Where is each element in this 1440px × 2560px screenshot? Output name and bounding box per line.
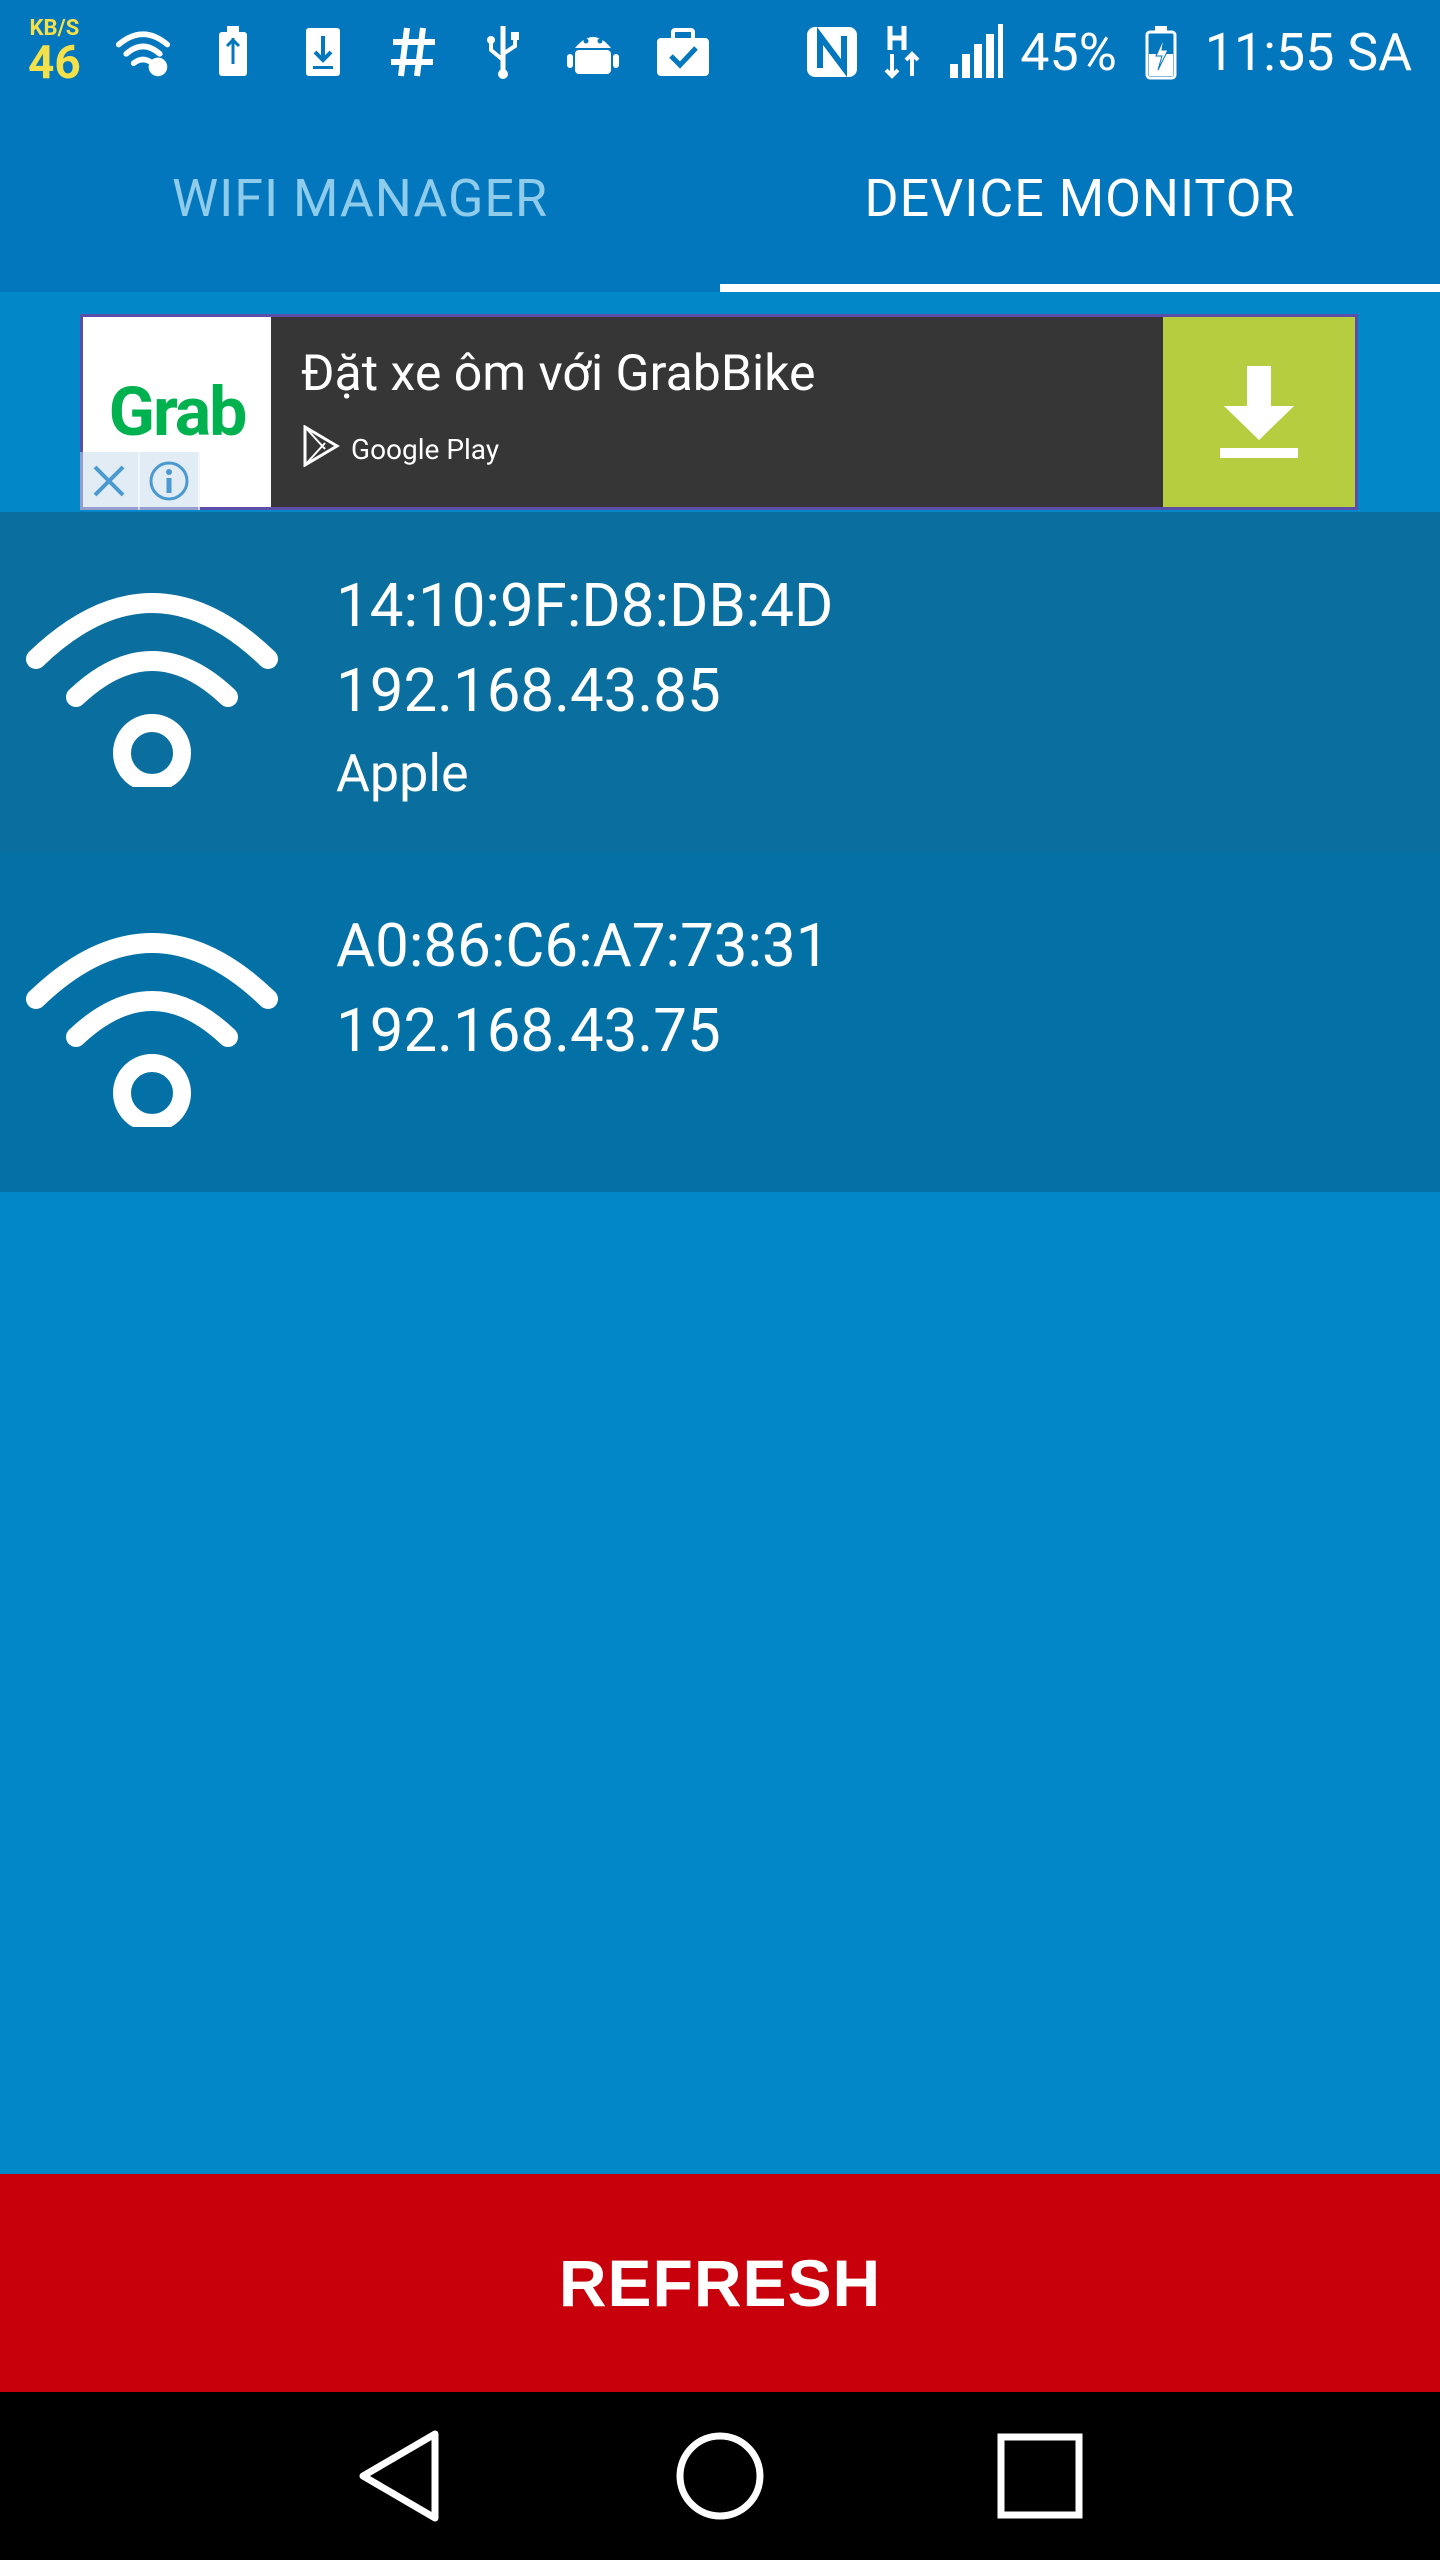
ad-controls [80, 452, 200, 510]
battery-percent: 45% [1020, 21, 1117, 83]
navigation-bar [0, 2392, 1440, 2560]
status-right-icons: 45% 11:55 SA [804, 22, 1412, 83]
device-info: 14:10:9F:D8:DB:4D 192.168.43.85 Apple [336, 512, 833, 852]
device-list: 14:10:9F:D8:DB:4D 192.168.43.85 Apple A0… [0, 512, 1440, 1192]
device-info: A0:86:C6:A7:73:31 192.168.43.75 [336, 852, 829, 1192]
wifi-device-icon [0, 852, 336, 1192]
ad-store: Google Play [301, 424, 1133, 474]
recents-icon [997, 2433, 1083, 2519]
refresh-button[interactable]: REFRESH [0, 2174, 1440, 2392]
signal-strength-icon [948, 24, 1004, 80]
home-icon [676, 2432, 764, 2520]
list-item[interactable]: 14:10:9F:D8:DB:4D 192.168.43.85 Apple [0, 512, 1440, 852]
hash-icon [385, 24, 441, 80]
device-ip: 192.168.43.85 [336, 655, 721, 726]
tab-bar: WIFI MANAGER DEVICE MONITOR [0, 104, 1440, 292]
device-vendor: Apple [336, 743, 469, 804]
ad-close-button[interactable] [80, 452, 140, 510]
usb-icon [475, 24, 531, 80]
close-icon [93, 465, 125, 497]
home-button[interactable] [665, 2421, 775, 2531]
android-debug-icon [565, 24, 621, 80]
battery-saver-icon [205, 24, 261, 80]
ad-info-button[interactable] [140, 452, 200, 510]
google-play-icon [301, 424, 341, 474]
ad-store-label: Google Play [351, 433, 500, 466]
list-item[interactable]: A0:86:C6:A7:73:31 192.168.43.75 [0, 852, 1440, 1192]
device-mac: A0:86:C6:A7:73:31 [336, 910, 830, 981]
download-icon [295, 24, 351, 80]
network-speed-value: 46 [28, 36, 81, 90]
ad-banner[interactable]: Grab Đặt xe ôm với GrabBike Google Play [80, 314, 1358, 510]
wifi-status-icon [115, 24, 171, 80]
back-icon [359, 2430, 439, 2522]
ad-body: Đặt xe ôm với GrabBike Google Play [271, 317, 1163, 507]
wifi-device-icon [0, 512, 336, 852]
network-speed: KB/S 46 [28, 18, 81, 90]
device-mac: 14:10:9F:D8:DB:4D [336, 570, 834, 641]
ad-title: Đặt xe ôm với GrabBike [301, 345, 816, 403]
clock: 11:55 SA [1204, 21, 1412, 83]
back-button[interactable] [345, 2421, 455, 2531]
download-arrow-icon [1220, 366, 1298, 458]
ad-download-button[interactable] [1163, 317, 1355, 507]
status-left-icons: KB/S 46 [28, 18, 711, 86]
tab-wifi-manager[interactable]: WIFI MANAGER [0, 104, 720, 292]
hspa-data-icon [876, 24, 932, 80]
task-done-icon [655, 24, 711, 80]
grab-logo-text: Grab [108, 372, 248, 452]
nfc-icon [804, 24, 860, 80]
recents-button[interactable] [985, 2421, 1095, 2531]
status-bar: KB/S 46 45% 11:55 SA [0, 0, 1440, 104]
battery-charging-icon [1133, 24, 1189, 80]
device-ip: 192.168.43.75 [336, 995, 721, 1066]
tab-device-monitor[interactable]: DEVICE MONITOR [720, 104, 1440, 292]
info-icon [149, 461, 189, 501]
